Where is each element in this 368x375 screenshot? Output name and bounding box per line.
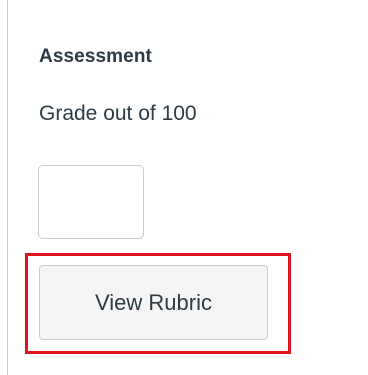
view-rubric-button[interactable]: View Rubric xyxy=(39,265,268,340)
grade-label: Grade out of 100 xyxy=(39,102,197,125)
panel-divider xyxy=(7,0,8,375)
assessment-heading: Assessment xyxy=(39,46,152,67)
assessment-panel: Assessment Grade out of 100 View Rubric xyxy=(0,0,368,375)
grade-input[interactable] xyxy=(38,165,144,239)
